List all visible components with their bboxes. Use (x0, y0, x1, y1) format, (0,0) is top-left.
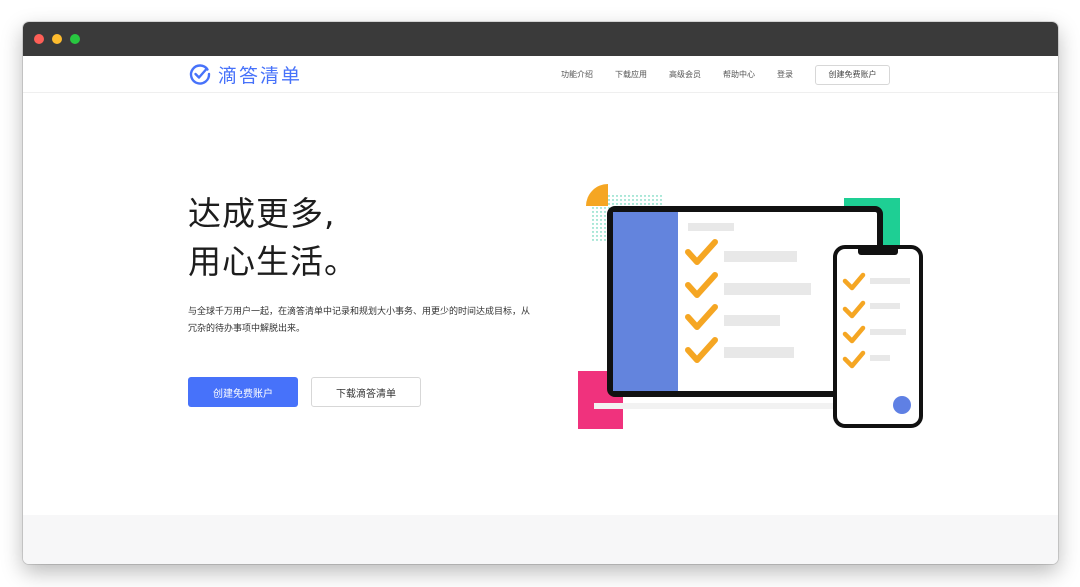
nav-signup-button[interactable]: 创建免费账户 (815, 64, 890, 85)
nav-link-features[interactable]: 功能介绍 (561, 69, 593, 80)
laptop-shadow (594, 403, 870, 409)
placeholder-bar (870, 355, 890, 361)
nav-links: 功能介绍 下载应用 高级会员 帮助中心 登录 创建免费账户 (561, 56, 890, 93)
placeholder-bar (724, 347, 794, 358)
nav-link-help[interactable]: 帮助中心 (723, 69, 755, 80)
create-account-button[interactable]: 创建免费账户 (188, 377, 298, 407)
hero-title: 达成更多, 用心生活。 (188, 190, 358, 286)
hero-subtitle-line-1: 与全球千万用户一起，在滴答清单中记录和规划大小事务、用更少的时间达成目标，从 (188, 307, 531, 317)
hero-subtitle: 与全球千万用户一起，在滴答清单中记录和规划大小事务、用更少的时间达成目标，从 冗… (188, 304, 578, 338)
check-circle-icon (189, 64, 211, 85)
phone-fab-dot (893, 396, 911, 414)
phone-notch (858, 245, 898, 255)
top-navbar: 滴答清单 功能介绍 下载应用 高级会员 帮助中心 登录 创建免费账户 (23, 56, 1058, 93)
nav-link-login[interactable]: 登录 (777, 69, 793, 80)
close-window-button[interactable] (34, 34, 44, 44)
hero-illustration (578, 184, 923, 429)
window-titlebar (23, 22, 1058, 56)
placeholder-bar (870, 329, 906, 335)
placeholder-bar (724, 251, 797, 262)
brand-name: 滴答清单 (218, 64, 303, 87)
placeholder-bar (724, 315, 780, 326)
phone-mockup (833, 245, 923, 428)
placeholder-header (688, 223, 734, 231)
footer-band (23, 515, 1058, 564)
hero-title-line-2: 用心生活。 (188, 242, 358, 281)
placeholder-bar (724, 283, 811, 295)
nav-link-premium[interactable]: 高级会员 (669, 69, 701, 80)
hero-title-line-1: 达成更多, (188, 194, 336, 233)
placeholder-bar (870, 278, 910, 284)
placeholder-bar (870, 303, 900, 309)
minimize-window-button[interactable] (52, 34, 62, 44)
nav-link-download[interactable]: 下载应用 (615, 69, 647, 80)
quarter-circle-decoration (586, 184, 608, 206)
download-app-button[interactable]: 下载滴答清单 (311, 377, 421, 407)
browser-window: 滴答清单 功能介绍 下载应用 高级会员 帮助中心 登录 创建免费账户 达成更多,… (23, 22, 1058, 564)
brand-logo[interactable]: 滴答清单 (188, 61, 302, 87)
hero-subtitle-line-2: 冗杂的待办事项中解脱出来。 (188, 324, 306, 334)
maximize-window-button[interactable] (70, 34, 80, 44)
laptop-sidebar (613, 212, 678, 391)
